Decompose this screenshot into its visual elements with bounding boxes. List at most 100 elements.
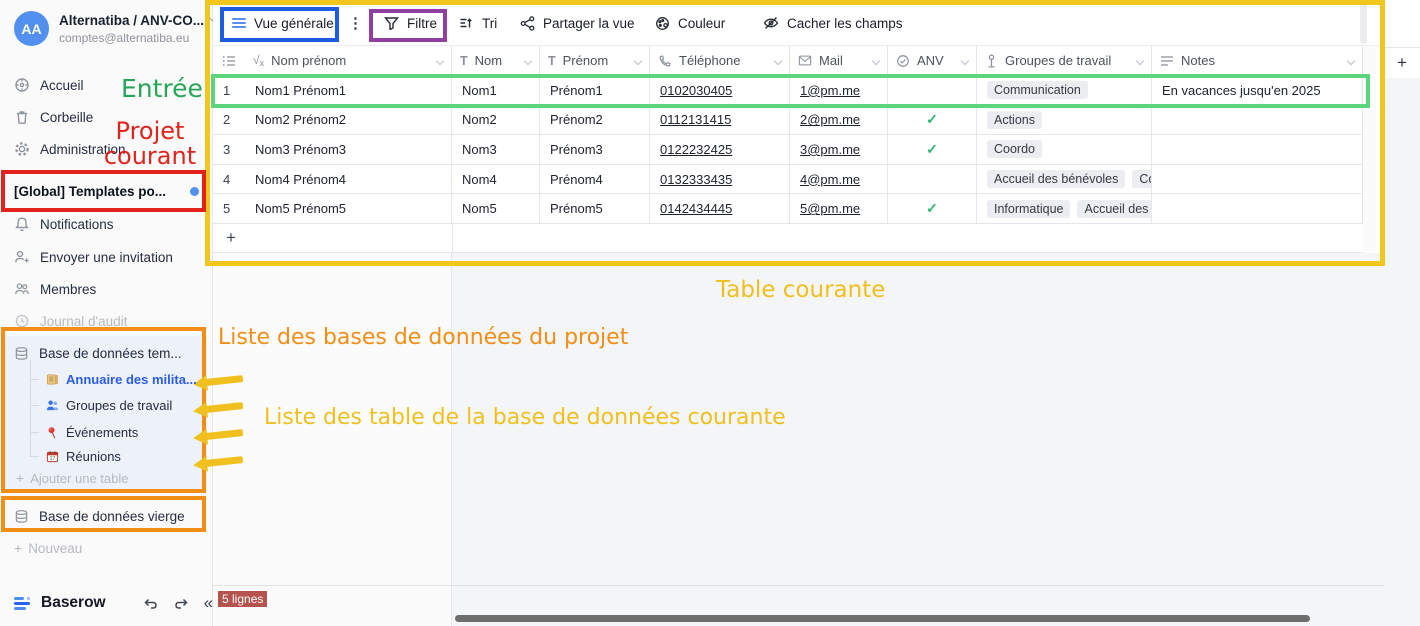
new-database-button[interactable]: + Nouveau [14, 536, 82, 560]
grid-cell-groupes[interactable]: Coordo [977, 135, 1152, 164]
grid-cell-telephone[interactable]: 0112131415 [650, 106, 790, 135]
sidebar-item-notifications[interactable]: Notifications [14, 212, 114, 236]
grid-cell-nom[interactable]: Nom3 [452, 135, 540, 164]
chevron-down-icon[interactable] [872, 56, 880, 64]
grid-cell-anv[interactable] [888, 165, 977, 194]
sidebar-item-journal-audit[interactable]: Journal d'audit [14, 309, 127, 333]
add-table-button[interactable]: + Ajouter une table [16, 466, 128, 490]
view-selector-button[interactable]: Vue générale [232, 12, 334, 34]
column-header-groupes[interactable]: Groupes de travail [977, 46, 1152, 75]
grid-cell-prenom[interactable]: Prénom4 [540, 165, 650, 194]
grid-cell-mail[interactable]: 4@pm.me [790, 165, 888, 194]
grid-cell-prenom[interactable]: Prénom3 [540, 135, 650, 164]
cell-link[interactable]: 0132333435 [660, 172, 732, 187]
grid-cell-anv[interactable]: ✓ [888, 106, 977, 135]
row-number[interactable]: 3 [213, 135, 245, 164]
grid-cell-notes[interactable] [1152, 165, 1363, 194]
chevron-down-icon[interactable] [1136, 56, 1144, 64]
grid-cell-nom[interactable]: Nom4 [452, 165, 540, 194]
chevron-down-icon[interactable] [436, 56, 444, 64]
redo-button[interactable] [173, 596, 190, 611]
cell-link[interactable]: 2@pm.me [800, 112, 860, 127]
share-view-button[interactable]: Partager la vue [520, 12, 635, 34]
add-field-button[interactable]: + [1384, 47, 1420, 78]
color-button[interactable]: Couleur [655, 12, 725, 34]
add-row-button[interactable]: + [213, 224, 1363, 253]
chevron-down-icon[interactable] [1347, 56, 1355, 64]
grid-cell-nom[interactable]: Nom2 [452, 106, 540, 135]
grid-cell-mail[interactable]: 5@pm.me [790, 194, 888, 223]
grid-cell-telephone[interactable]: 0102030405 [650, 76, 790, 105]
grid-cell-notes[interactable] [1152, 135, 1363, 164]
cell-link[interactable]: 1@pm.me [800, 83, 860, 98]
undo-button[interactable] [142, 596, 159, 611]
grid-cell-anv[interactable] [888, 76, 977, 105]
grid-cell-nom_prenom[interactable]: Nom2 Prénom2 [245, 106, 452, 135]
grid-cell-nom[interactable]: Nom5 [452, 194, 540, 223]
sidebar-item-administration[interactable]: Administration [14, 137, 126, 161]
view-options-button[interactable]: ⋮ [348, 12, 363, 34]
chevron-down-icon[interactable] [634, 56, 642, 64]
grid-cell-notes[interactable] [1152, 194, 1363, 223]
column-header-notes[interactable]: Notes [1152, 46, 1363, 75]
filter-button[interactable]: Filtre [384, 12, 437, 34]
grid-cell-nom[interactable]: Nom1 [452, 76, 540, 105]
grid-cell-groupes[interactable]: InformatiqueAccueil des bénévoles [977, 194, 1152, 223]
grid-cell-telephone[interactable]: 0122232425 [650, 135, 790, 164]
sidebar-item-database-vierge[interactable]: Base de données vierge [14, 504, 185, 528]
sidebar-table-reunions[interactable]: 17 Réunions [46, 446, 121, 466]
chevron-down-icon[interactable] [774, 56, 782, 64]
column-header-prenom[interactable]: T Prénom [540, 46, 650, 75]
grid-cell-groupes[interactable]: Communication [977, 76, 1152, 105]
column-header-telephone[interactable]: Téléphone [650, 46, 790, 75]
vertical-scrollbar[interactable] [1360, 2, 1367, 44]
grid-cell-prenom[interactable]: Prénom2 [540, 106, 650, 135]
grid-cell-groupes[interactable]: Accueil des bénévolesCoordo [977, 165, 1152, 194]
hide-fields-button[interactable]: Cacher les champs [763, 12, 903, 34]
grid-cell-mail[interactable]: 2@pm.me [790, 106, 888, 135]
row-number[interactable]: 2 [213, 106, 245, 135]
sidebar-item-accueil[interactable]: Accueil [14, 73, 84, 97]
row-number[interactable]: 1 [213, 76, 245, 105]
grid-cell-notes[interactable] [1152, 106, 1363, 135]
cell-link[interactable]: 4@pm.me [800, 172, 860, 187]
column-header-anv[interactable]: ANV [888, 46, 977, 75]
cell-link[interactable]: 5@pm.me [800, 201, 860, 216]
sidebar-item-membres[interactable]: Membres [14, 277, 96, 301]
horizontal-scrollbar[interactable] [455, 615, 1310, 622]
grid-cell-nom_prenom[interactable]: Nom1 Prénom1 [245, 76, 452, 105]
sidebar-table-evenements[interactable]: Événements [46, 422, 138, 442]
chevron-down-icon[interactable] [524, 56, 532, 64]
grid-cell-prenom[interactable]: Prénom5 [540, 194, 650, 223]
grid-cell-notes[interactable]: En vacances jusqu'en 2025 [1152, 76, 1363, 105]
row-header[interactable] [213, 46, 245, 75]
column-header-mail[interactable]: Mail [790, 46, 888, 75]
grid-cell-telephone[interactable]: 0142434445 [650, 194, 790, 223]
row-number[interactable]: 4 [213, 165, 245, 194]
grid-cell-anv[interactable]: ✓ [888, 135, 977, 164]
grid-cell-nom_prenom[interactable]: Nom3 Prénom3 [245, 135, 452, 164]
row-number[interactable]: 5 [213, 194, 245, 223]
cell-link[interactable]: 0122232425 [660, 142, 732, 157]
sidebar-item-corbeille[interactable]: Corbeille [14, 105, 93, 129]
grid-cell-anv[interactable]: ✓ [888, 194, 977, 223]
cell-link[interactable]: 0112131415 [660, 112, 731, 127]
grid-cell-mail[interactable]: 3@pm.me [790, 135, 888, 164]
sidebar-item-current-project[interactable]: [Global] Templates po... [14, 179, 199, 203]
workspace-selector[interactable]: AA Alternatiba / ANV-CO... comptes@alter… [14, 11, 218, 46]
grid-cell-nom_prenom[interactable]: Nom4 Prénom4 [245, 165, 452, 194]
cell-link[interactable]: 3@pm.me [800, 142, 860, 157]
sort-button[interactable]: Tri [459, 12, 497, 34]
grid-cell-nom_prenom[interactable]: Nom5 Prénom5 [245, 194, 452, 223]
sidebar-item-database-templates[interactable]: Base de données tem... [14, 341, 182, 365]
sidebar-item-invitation[interactable]: Envoyer une invitation [14, 245, 173, 269]
collapse-sidebar-button[interactable]: « [204, 596, 213, 610]
sidebar-table-groupes[interactable]: Groupes de travail [46, 395, 172, 415]
column-header-nom[interactable]: T Nom [452, 46, 540, 75]
cell-link[interactable]: 0142434445 [660, 201, 732, 216]
grid-cell-groupes[interactable]: Actions [977, 106, 1152, 135]
cell-link[interactable]: 0102030405 [660, 83, 732, 98]
grid-cell-telephone[interactable]: 0132333435 [650, 165, 790, 194]
sidebar-table-annuaire[interactable]: Annuaire des milita... [46, 369, 197, 389]
grid-cell-mail[interactable]: 1@pm.me [790, 76, 888, 105]
